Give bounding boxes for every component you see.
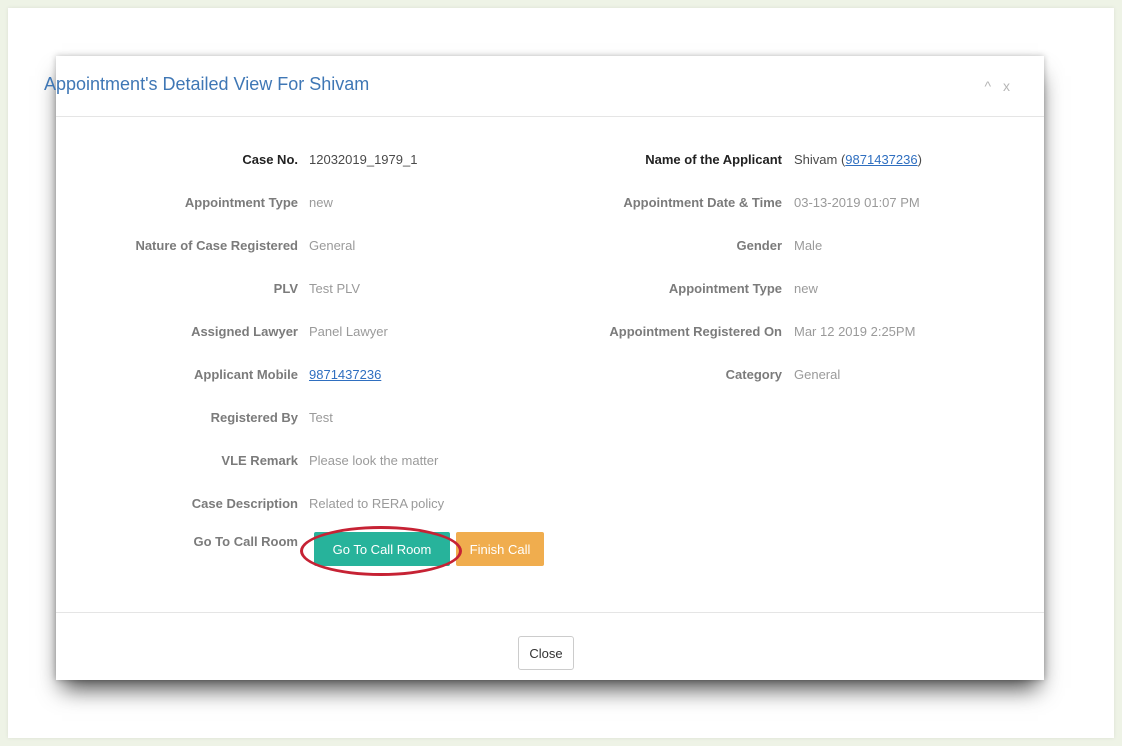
- applicant-name-text: Shivam (: [794, 152, 846, 167]
- modal-footer: Close: [56, 612, 1044, 681]
- appointment-type-right-value: new: [794, 281, 818, 296]
- appointment-type-label: Appointment Type: [184, 195, 298, 210]
- category-label: Category: [725, 367, 782, 382]
- vle-remark-value: Please look the matter: [309, 453, 439, 468]
- appointment-type-right-label: Appointment Type: [668, 281, 782, 296]
- registered-by-value: Test: [309, 410, 333, 425]
- applicant-mobile-value: 9871437236: [309, 367, 381, 382]
- gender-label: Gender: [736, 238, 782, 253]
- appointment-modal: Appointment's Detailed View For Shivam ^…: [44, 56, 1044, 681]
- case-no-label: Case No.: [242, 152, 298, 167]
- case-description-label: Case Description: [191, 496, 298, 511]
- appointment-registered-value: Mar 12 2019 2:25PM: [794, 324, 916, 339]
- minimize-icon[interactable]: ^: [985, 78, 996, 94]
- modal-title: Appointment's Detailed View For Shivam: [44, 74, 370, 94]
- vle-remark-label: VLE Remark: [221, 453, 298, 468]
- registered-by-label: Registered By: [210, 410, 298, 425]
- close-icon[interactable]: x: [1003, 78, 1014, 94]
- assigned-lawyer-value: Panel Lawyer: [309, 324, 388, 339]
- nature-of-case-value: General: [309, 238, 356, 253]
- case-no-value: 12032019_1979_1: [309, 152, 418, 167]
- appointment-datetime-value: 03-13-2019 01:07 PM: [794, 195, 920, 210]
- case-description-value: Related to RERA policy: [309, 496, 445, 511]
- category-value: General: [794, 367, 841, 382]
- appointment-datetime-label: Appointment Date & Time: [623, 195, 782, 210]
- modal-header: Appointment's Detailed View For Shivam ^…: [44, 56, 1044, 117]
- applicant-mobile-link[interactable]: 9871437236: [309, 367, 381, 382]
- assigned-lawyer-label: Assigned Lawyer: [191, 324, 298, 339]
- applicant-name-value: Shivam (9871437236): [794, 152, 922, 167]
- screenshot-frame: Appointment's Detailed View For Shivam ^…: [8, 8, 1114, 738]
- go-to-call-room-label: Go To Call Room: [193, 534, 298, 549]
- finish-call-button[interactable]: Finish Call: [456, 532, 544, 566]
- applicant-name-suffix: ): [917, 152, 922, 167]
- applicant-mobile-label: Applicant Mobile: [194, 367, 298, 382]
- header-controls: ^ x: [985, 78, 1014, 94]
- appointment-registered-label: Appointment Registered On: [609, 324, 782, 339]
- nature-of-case-label: Nature of Case Registered: [135, 238, 298, 253]
- applicant-name-label: Name of the Applicant: [645, 152, 782, 167]
- gender-value: Male: [794, 238, 823, 253]
- appointment-type-value: new: [309, 195, 333, 210]
- plv-value: Test PLV: [309, 281, 361, 296]
- close-button[interactable]: Close: [518, 636, 574, 670]
- plv-label: PLV: [273, 281, 298, 296]
- go-to-call-room-button[interactable]: Go To Call Room: [314, 532, 450, 566]
- applicant-phone-link[interactable]: 9871437236: [845, 152, 917, 167]
